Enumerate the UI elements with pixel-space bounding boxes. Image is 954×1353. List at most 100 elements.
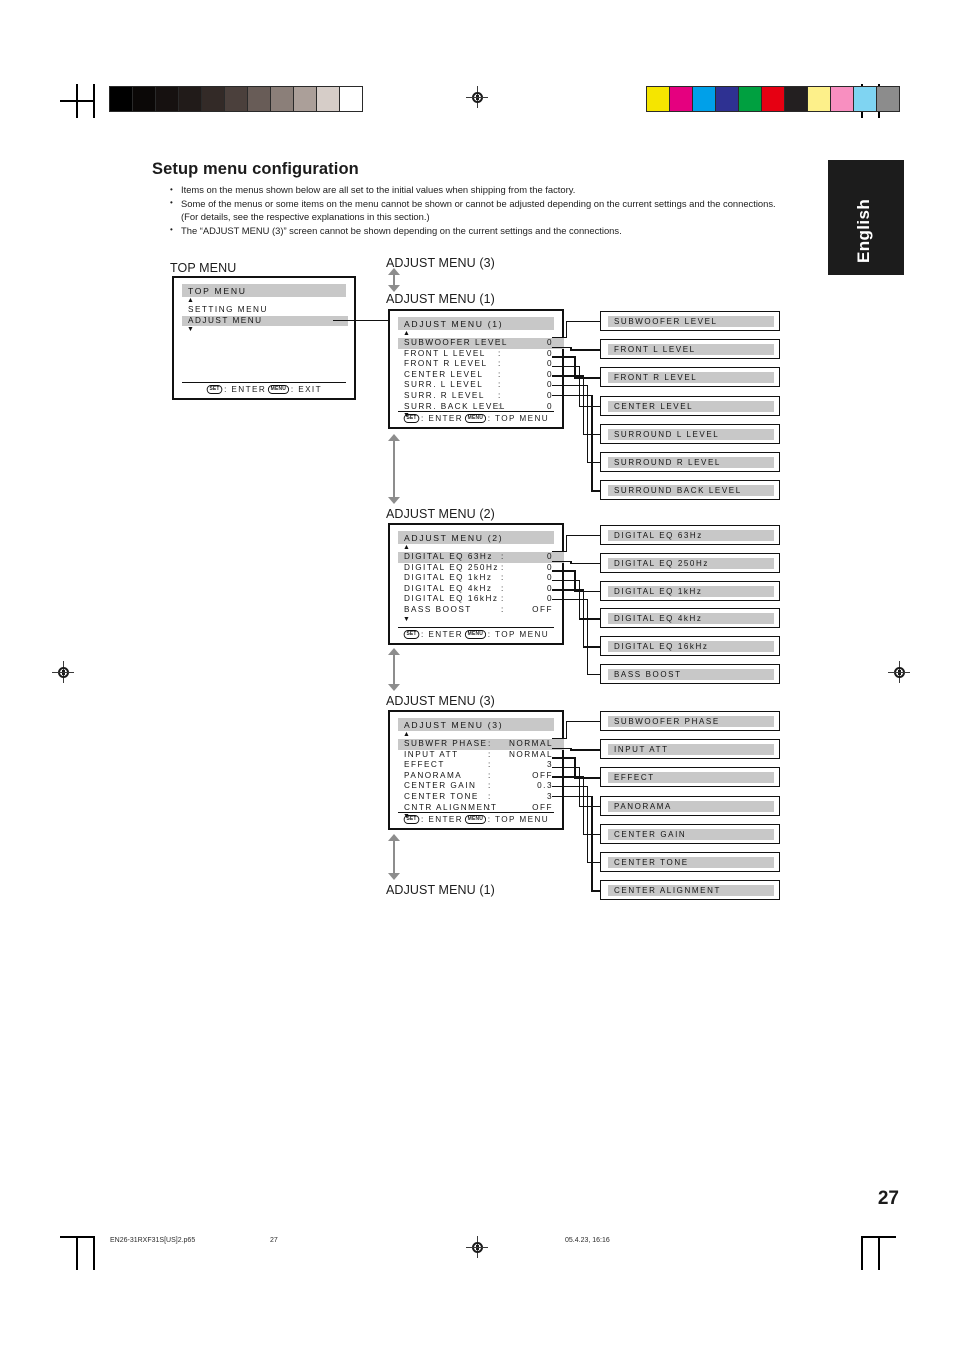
menu-row-colon: : [488,791,492,801]
menu-row-label: INPUT ATT [404,749,459,759]
menu-row[interactable]: FRONT L LEVEL: 0 [398,349,564,360]
menu-key-icon: MENU [268,384,289,394]
top-menu-item-setting[interactable]: SETTING MENU [182,305,346,316]
menu-item-box[interactable]: INPUT ATT [600,739,780,760]
scroll-down-arrow-icon[interactable]: ▼ [398,616,554,624]
footer-enter-label: : ENTER [224,384,267,394]
menu-row[interactable]: CENTER GAIN: 0.3 [398,781,564,792]
scroll-down-arrow-icon[interactable]: ▼ [182,326,346,334]
crop-mark-bl-v [76,1236,78,1270]
registration-mark-left [52,661,74,683]
language-tab: English [828,160,904,275]
footer-top-label: : TOP MENU [487,413,550,423]
menu-row[interactable]: INPUT ATT: NORMAL [398,750,564,761]
flow-arrow-1-to-2 [388,434,400,504]
menu-item-box-label: CENTER TONE [608,857,774,868]
calibration-swatch [670,87,693,111]
menu-item-box-label: INPUT ATT [608,744,774,756]
intro-bullet: Some of the menus or some items on the m… [170,196,792,223]
footer-top-label: : TOP MENU [487,814,550,824]
adjust-menu-3-title: ADJUST MENU (3) [398,718,554,731]
menu-row[interactable]: SURR. L LEVEL: 0 [398,380,564,391]
menu-item-box[interactable]: CENTER ALIGNMENT [600,880,780,901]
top-menu-footer: SET : ENTER MENU : EXIT [182,381,346,394]
menu-item-box[interactable]: FRONT L LEVEL [600,339,780,360]
menu-item-box[interactable]: DIGITAL EQ 16kHz [600,636,780,657]
scroll-up-arrow-icon[interactable]: ▲ [398,330,554,338]
connector-segment [578,618,600,620]
connector-segment [552,375,583,377]
crop-mark-br-v [878,1236,880,1270]
menu-item-box-label: CENTER ALIGNMENT [608,885,774,897]
menu-item-box[interactable]: DIGITAL EQ 250Hz [600,552,780,573]
calibration-swatch [271,87,294,111]
connector-segment [566,321,568,339]
menu-item-box[interactable]: DIGITAL EQ 63Hz [600,525,780,545]
menu-item-box[interactable]: SURROUND R LEVEL [600,452,780,472]
menu-row-value: 0 [546,338,553,347]
menu-row-colon: : [498,348,502,358]
menu-row-label: DIGITAL EQ 16kHz [404,594,499,604]
connector-segment [552,599,587,601]
menu-row[interactable]: DIGITAL EQ 4kHz: 0 [398,584,564,595]
top-menu-item-adjust[interactable]: ADJUST MENU [182,315,348,327]
menu-item-box-label: SURROUND BACK LEVEL [608,485,774,497]
arrow-head-down-icon [388,684,400,691]
menu-item-box-label: PANORAMA [608,800,774,812]
calibration-swatch [831,87,854,111]
registration-dot [471,1241,483,1253]
flow-label-top-menu: TOP MENU [170,261,237,275]
scroll-up-arrow-icon[interactable]: ▲ [398,731,554,739]
connector-segment [566,321,600,323]
arrow-head-down-icon [388,497,400,504]
connector-segment [552,356,575,358]
menu-item-box[interactable]: PANORAMA [600,795,780,816]
connector-segment [552,776,583,778]
menu-row[interactable]: DIGITAL EQ 63Hz: 0 [398,552,564,563]
calibration-swatch [179,87,202,111]
crop-mark-br2-v [861,1236,863,1270]
menu-row[interactable]: CENTER TONE: 3 [398,792,564,803]
menu-item-box[interactable]: CENTER TONE [600,852,780,872]
arrow-stem [393,653,395,686]
menu-row-colon: : [488,739,492,748]
menu-row[interactable]: PANORAMA: OFF [398,771,564,782]
menu-item-box[interactable]: BASS BOOST [600,664,780,684]
adjust-menu-1-body: ADJUST MENU (1) ▲ SUBWOOFER LEVEL:0 FRONT… [398,317,564,420]
menu-row[interactable]: SURR. R LEVEL: 0 [398,391,564,402]
connector-segment [587,599,589,676]
menu-row[interactable]: DIGITAL EQ 250Hz: 0 [398,563,564,574]
connector-segment [552,365,579,368]
menu-row-label: DIGITAL EQ 63Hz [404,552,493,561]
menu-row[interactable]: BASS BOOST: OFF [398,605,564,616]
menu-item-box[interactable]: FRONT R LEVEL [600,367,780,388]
menu-item-box[interactable]: SURROUND BACK LEVEL [600,480,780,501]
menu-row[interactable]: EFFECT: 3 [398,760,564,771]
menu-item-box[interactable]: SUBWOOFER PHASE [600,711,780,731]
menu-row-colon: : [501,562,505,572]
registration-mark-right [888,661,910,683]
menu-item-box[interactable]: SUBWOOFER LEVEL [600,311,780,331]
scroll-up-arrow-icon[interactable]: ▲ [398,544,554,552]
menu-item-box[interactable]: DIGITAL EQ 4kHz [600,608,780,629]
menu-row[interactable]: CENTER LEVEL: 0 [398,370,564,381]
menu-item-box[interactable]: CENTER GAIN [600,823,780,844]
menu-item-box[interactable]: EFFECT [600,767,780,788]
menu-item-box[interactable]: CENTER LEVEL [600,395,780,416]
menu-item-box-label: CENTER GAIN [608,828,774,840]
menu-row[interactable]: FRONT R LEVEL: 0 [398,359,564,370]
menu-item-box[interactable]: DIGITAL EQ 1kHz [600,580,780,601]
menu-row[interactable]: SUBWFR PHASE: NORMAL [398,739,564,750]
footer-filename: EN26-31RXF31S[US]2.p65 [110,1237,196,1244]
menu-row-colon: : [498,359,502,369]
connector-segment [587,786,589,864]
menu-row[interactable]: SUBWOOFER LEVEL: 0 [398,338,564,349]
menu-row[interactable]: DIGITAL EQ 16kHz: 0 [398,594,564,605]
flow-arrow-3-to-1 [388,268,400,292]
adjust-menu-1-footer: SET : ENTER MENU : TOP MENU [398,410,554,423]
scroll-up-arrow-icon[interactable]: ▲ [182,297,346,305]
menu-row[interactable]: DIGITAL EQ 1kHz: 0 [398,573,564,584]
flow-arrow-2-to-3 [388,648,400,691]
menu-key-icon: MENU [465,629,486,639]
menu-item-box[interactable]: SURROUND L LEVEL [600,423,780,444]
